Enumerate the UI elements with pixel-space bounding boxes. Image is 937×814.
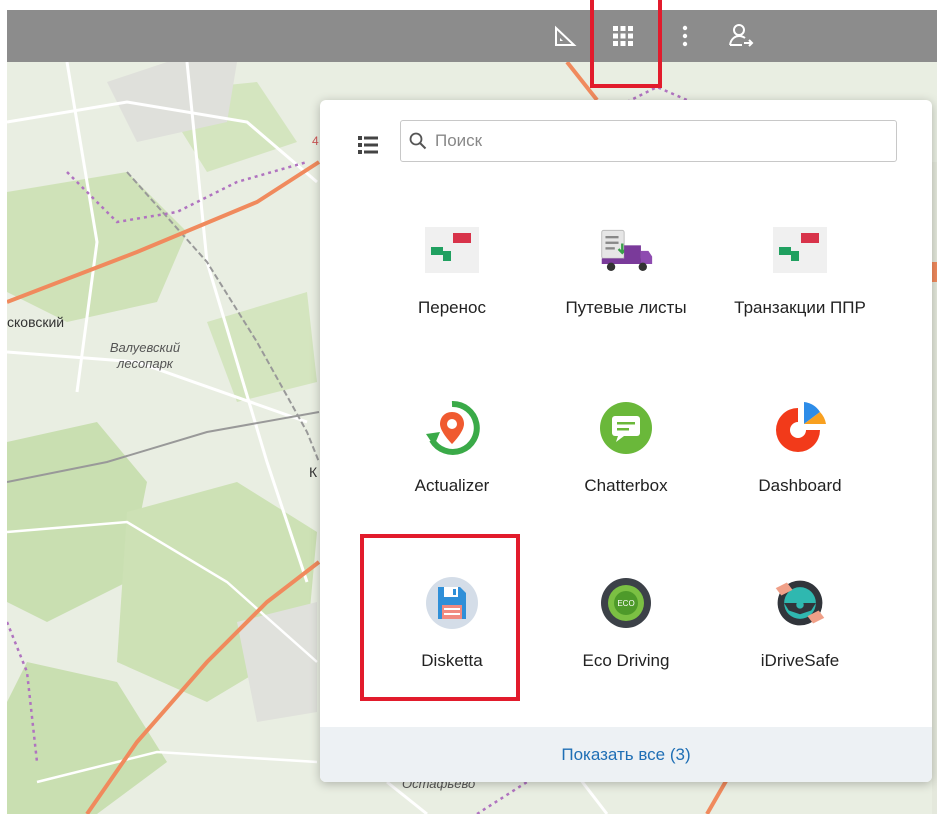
transfer-icon xyxy=(424,222,480,278)
app-label: Disketta xyxy=(421,651,483,670)
floppy-disk-icon xyxy=(424,575,480,631)
app-transfer[interactable]: Перенос xyxy=(367,202,537,352)
steering-wheel-icon xyxy=(772,575,828,631)
list-view-icon[interactable] xyxy=(358,136,378,156)
search-box[interactable] xyxy=(400,120,897,162)
app-dashboard[interactable]: Dashboard xyxy=(715,380,885,530)
app-disketta[interactable]: Disketta xyxy=(367,555,537,705)
pie-chart-icon xyxy=(772,400,828,456)
user-logout-icon[interactable] xyxy=(723,10,759,62)
app-eco-driving[interactable]: ECO Eco Driving xyxy=(541,555,711,705)
app-label: Eco Driving xyxy=(582,651,670,670)
transfer-icon xyxy=(772,222,828,278)
app-chatterbox[interactable]: Chatterbox xyxy=(541,380,711,530)
app-idrivesafe[interactable]: iDriveSafe xyxy=(715,555,885,705)
app-actualizer[interactable]: Actualizer xyxy=(367,380,537,530)
app-label: Транзакции ППР xyxy=(734,298,866,317)
map-label-park-line2: лесопарк xyxy=(117,356,173,371)
map-label-park: Валуевский лесопарк xyxy=(85,340,205,372)
apps-panel-header xyxy=(320,100,932,180)
app-label: Путевые листы xyxy=(565,298,687,317)
apps-grid-icon[interactable] xyxy=(605,10,641,62)
map-label-road-number: 4 xyxy=(312,134,319,148)
svg-text:ECO: ECO xyxy=(617,599,634,608)
search-icon xyxy=(409,132,431,150)
eco-steering-wheel-icon: ECO xyxy=(598,575,654,631)
app-label: Dashboard xyxy=(758,476,842,495)
location-refresh-icon xyxy=(424,400,480,456)
delivery-truck-icon xyxy=(598,222,654,278)
app-label: iDriveSafe xyxy=(760,651,840,670)
search-input[interactable] xyxy=(433,130,877,152)
map-label-letter: К xyxy=(309,464,318,480)
app-fuel-transactions[interactable]: Транзакции ППР xyxy=(715,202,885,352)
app-label: Перенос xyxy=(418,298,486,317)
app-label: Actualizer xyxy=(414,476,490,495)
apps-panel: Перенос Путевые листы Транзакции ППР xyxy=(320,100,932,782)
chat-bubble-icon xyxy=(598,400,654,456)
more-vertical-icon[interactable] xyxy=(673,10,697,62)
app-label: Chatterbox xyxy=(584,476,668,495)
map-label-district: сковский xyxy=(7,314,65,330)
map-label-park-line1: Валуевский xyxy=(109,340,181,355)
top-toolbar xyxy=(7,10,937,62)
app-waybills[interactable]: Путевые листы xyxy=(541,202,711,352)
ruler-icon[interactable] xyxy=(547,10,583,62)
apps-panel-footer: Показать все (3) xyxy=(320,727,932,782)
show-all-link[interactable]: Показать все (3) xyxy=(561,745,690,765)
